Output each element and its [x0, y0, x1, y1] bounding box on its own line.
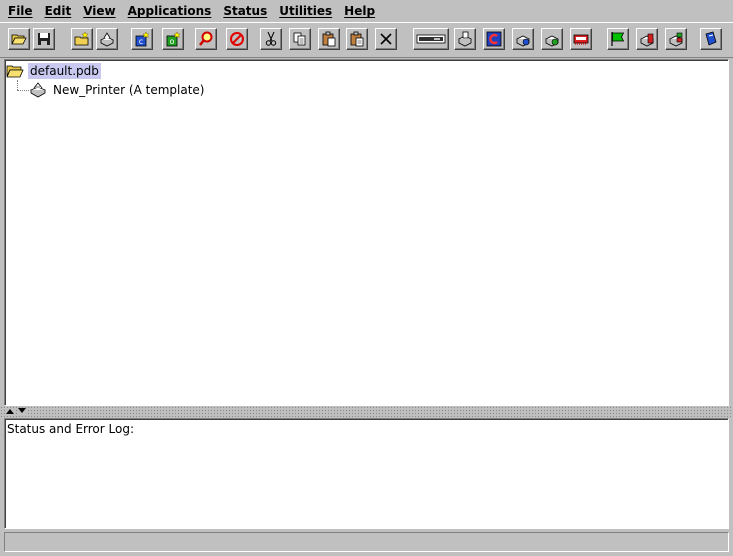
status-bar [4, 532, 729, 552]
printer-settings-icon [458, 31, 472, 47]
paste-button[interactable] [318, 28, 340, 50]
printer-config-icon [516, 35, 530, 47]
paste-icon [322, 31, 336, 47]
menu-utilities[interactable]: Utilities [273, 1, 338, 21]
tree-node-printer[interactable]: New_Printer (A template) [29, 81, 204, 99]
network-card-button[interactable] [570, 28, 592, 50]
tree-connector-line [17, 90, 29, 91]
menu-applications[interactable]: Applications [122, 1, 218, 21]
panel-splitter[interactable] [0, 406, 733, 418]
tree-child-label[interactable]: New_Printer (A template) [53, 82, 204, 98]
delete-button[interactable] [375, 28, 397, 50]
copy-button[interactable] [289, 28, 311, 50]
svg-text:o: o [170, 37, 175, 46]
log-label: Status and Error Log: [7, 422, 134, 436]
open-button[interactable] [8, 28, 30, 50]
printer-release-button[interactable] [665, 28, 687, 50]
help-button[interactable] [700, 28, 722, 50]
device-icon [416, 34, 446, 44]
new-object-icon: o [166, 31, 181, 47]
svg-text:c: c [139, 37, 143, 46]
printer-download-button[interactable] [541, 28, 563, 50]
delete-icon [380, 33, 392, 45]
new-class-button[interactable]: c [131, 28, 153, 50]
flag-button[interactable] [607, 28, 629, 50]
toolbar: c o [0, 22, 733, 58]
printer-download-icon [545, 35, 559, 47]
compile-button[interactable] [483, 28, 505, 50]
cut-button[interactable] [260, 28, 282, 50]
find-button[interactable] [195, 28, 217, 50]
compile-icon [486, 31, 502, 47]
menu-status[interactable]: Status [217, 1, 273, 21]
find-icon [199, 31, 213, 46]
printer-hold-button[interactable] [636, 28, 658, 50]
tree-root-label[interactable]: default.pdb [28, 63, 101, 79]
new-printer-icon [100, 32, 114, 47]
menu-edit[interactable]: Edit [39, 1, 78, 21]
tree-connector-line [17, 80, 18, 90]
folder-open-icon [6, 65, 24, 78]
device-button[interactable] [413, 28, 449, 50]
printer-icon [29, 82, 47, 98]
new-printer-button[interactable] [96, 28, 118, 50]
save-disk-icon [38, 33, 50, 45]
printer-settings-button[interactable] [454, 28, 476, 50]
new-class-icon: c [135, 31, 150, 47]
menu-help[interactable]: Help [338, 1, 381, 21]
paste-special-icon [350, 31, 364, 47]
flag-icon [611, 32, 625, 46]
menu-file[interactable]: File [2, 1, 39, 21]
cut-icon [265, 31, 277, 46]
tree-panel[interactable]: default.pdb New_Printer (A template) [4, 59, 729, 406]
stop-icon [230, 32, 244, 46]
status-error-log-panel[interactable]: Status and Error Log: [4, 418, 729, 529]
save-button[interactable] [33, 28, 55, 50]
new-folder-icon [74, 31, 89, 46]
tree-node-root[interactable]: default.pdb [6, 62, 101, 80]
network-card-icon [573, 34, 589, 45]
menu-bar: File Edit View Applications Status Utili… [0, 0, 733, 22]
printer-release-icon [669, 32, 683, 47]
paste-special-button[interactable] [346, 28, 368, 50]
open-folder-icon [11, 34, 27, 45]
printer-config-button[interactable] [512, 28, 534, 50]
collapse-down-arrow-icon[interactable] [18, 408, 26, 414]
collapse-up-arrow-icon[interactable] [6, 408, 14, 414]
menu-view[interactable]: View [77, 1, 121, 21]
stop-button[interactable] [226, 28, 248, 50]
new-folder-button[interactable] [71, 28, 93, 50]
copy-icon [293, 32, 306, 46]
printer-hold-icon [640, 33, 654, 47]
new-object-button[interactable]: o [162, 28, 184, 50]
help-book-icon [705, 31, 717, 46]
